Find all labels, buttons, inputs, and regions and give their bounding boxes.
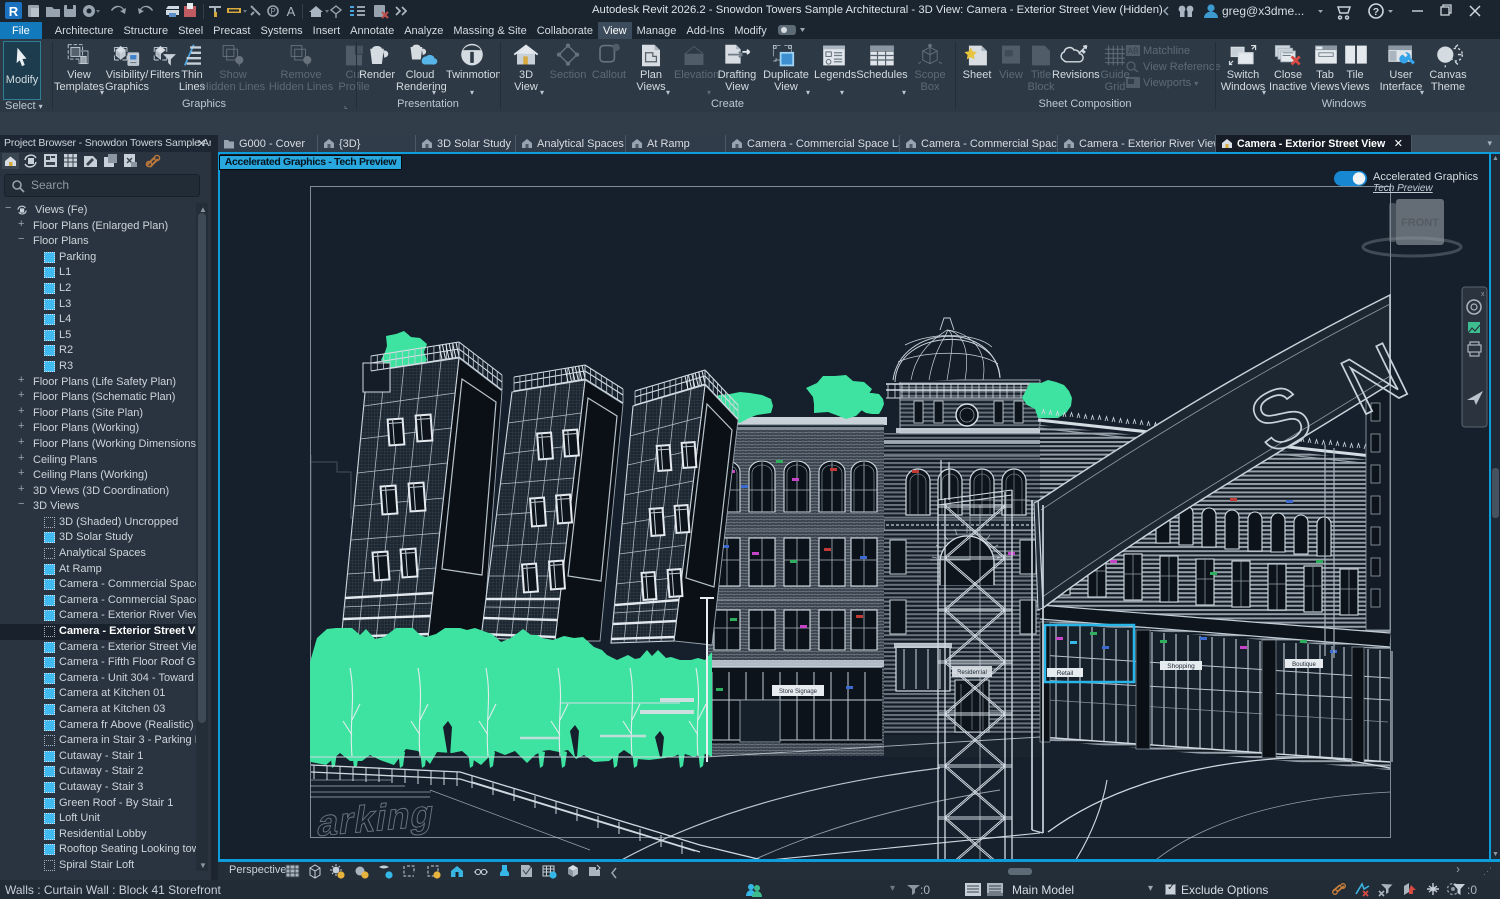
svg-text:arking: arking	[315, 792, 438, 844]
svg-text:Shopping: Shopping	[1167, 663, 1195, 670]
svg-text:A: A	[287, 4, 296, 19]
svg-text:x: x	[1481, 291, 1485, 298]
svg-text:greg@x3dme...: greg@x3dme...	[1222, 4, 1304, 18]
svg-text:Retail: Retail	[1057, 670, 1074, 677]
svg-text:Accelerated Graphics: Accelerated Graphics	[1373, 171, 1479, 183]
svg-text:Boutique: Boutique	[1292, 662, 1316, 668]
svg-text:Tech Preview: Tech Preview	[1373, 183, 1433, 194]
svg-text:FRONT: FRONT	[1401, 217, 1439, 229]
svg-text:Store Signage: Store Signage	[779, 689, 818, 695]
svg-text:R: R	[9, 4, 19, 19]
svg-text:P: P	[270, 7, 275, 16]
svg-text:?: ?	[1373, 6, 1379, 18]
